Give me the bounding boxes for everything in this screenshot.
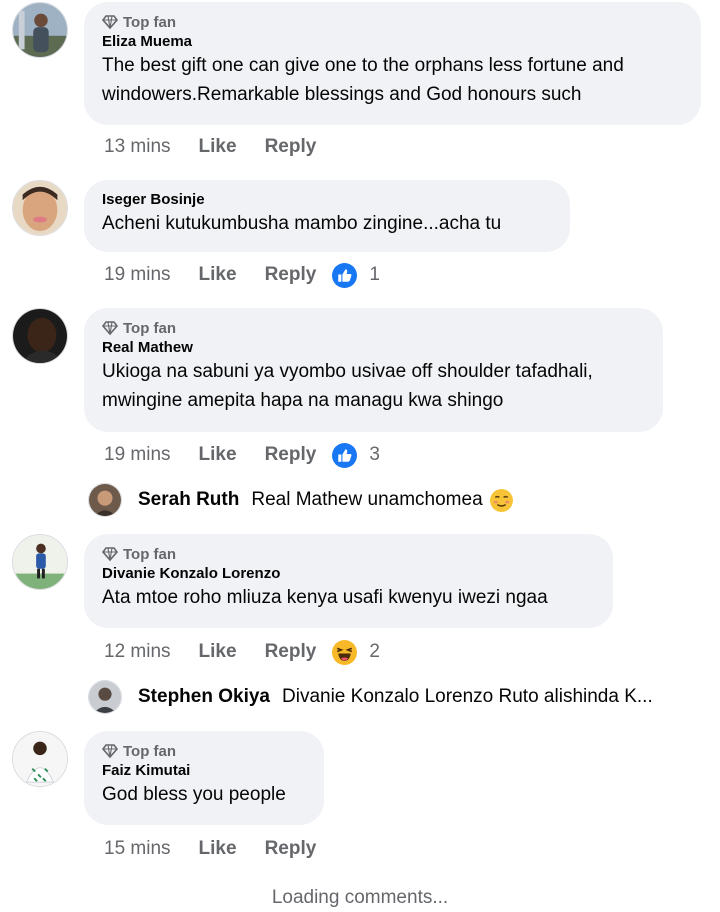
avatar[interactable] <box>12 534 68 590</box>
comment-bubble: Top fan Real Mathew Ukioga na sabuni ya … <box>84 308 663 432</box>
reaction-summary[interactable]: 1 <box>332 262 380 288</box>
comment-time: 19 mins <box>104 444 171 465</box>
loading-comments-text: Loading comments... <box>271 887 449 908</box>
avatar-photo <box>13 535 67 589</box>
like-button[interactable]: Like <box>199 136 237 158</box>
reply-button[interactable]: Reply <box>265 264 317 286</box>
reply-author[interactable]: Stephen Okiya <box>138 686 270 708</box>
avatar-photo <box>13 732 67 786</box>
comment-bubble: Top fan Divanie Konzalo Lorenzo Ata mtoe… <box>84 534 613 628</box>
reaction-summary[interactable]: 3 <box>332 442 380 468</box>
comment-bubble: Top fan Eliza Muema The best gift one ca… <box>84 2 701 125</box>
top-fan-badge: Top fan <box>102 318 645 338</box>
comment-text-line: God bless you people <box>102 784 286 805</box>
blushing-face-emoji <box>489 488 514 513</box>
top-fan-badge: Top fan <box>102 544 595 564</box>
reply-preview[interactable]: Serah Ruth Real Mathew unamchomea <box>88 482 514 518</box>
comment-text-line: Ukioga na sabuni ya vyombo usivae off sh… <box>102 361 593 382</box>
comment-text: God bless you people <box>102 780 306 809</box>
avatar[interactable] <box>12 731 68 787</box>
reply-text: Divanie Konzalo Lorenzo Ruto alishinda K… <box>282 686 653 707</box>
comment-text-line: The best gift one can give one to the or… <box>102 55 624 76</box>
comment-text: The best gift one can give one to the or… <box>102 51 683 109</box>
reply-preview[interactable]: Stephen Okiya Divanie Konzalo Lorenzo Ru… <box>88 679 653 715</box>
avatar-photo <box>89 681 121 713</box>
comment-author[interactable]: Divanie Konzalo Lorenzo <box>102 564 595 583</box>
top-fan-label: Top fan <box>123 742 177 760</box>
comment-author[interactable]: Eliza Muema <box>102 32 683 51</box>
avatar-photo <box>13 309 67 363</box>
like-reaction-icon <box>332 442 358 468</box>
comment-actions: 19 mins Like Reply 1 <box>104 260 380 290</box>
avatar[interactable] <box>12 308 68 364</box>
comment-time: 13 mins <box>104 136 171 157</box>
top-fan-label: Top fan <box>123 13 177 31</box>
comment-actions: 19 mins Like Reply 3 <box>104 440 380 470</box>
comment-time: 15 mins <box>104 838 171 859</box>
reply-button[interactable]: Reply <box>265 444 317 466</box>
diamond-icon <box>102 547 118 562</box>
reaction-count: 1 <box>369 264 380 285</box>
like-button[interactable]: Like <box>199 641 237 663</box>
diamond-icon <box>102 744 118 759</box>
avatar[interactable] <box>12 180 68 236</box>
reaction-count: 2 <box>369 641 380 662</box>
top-fan-badge: Top fan <box>102 741 306 761</box>
avatar-photo <box>13 3 67 57</box>
like-button[interactable]: Like <box>199 444 237 466</box>
comment-actions: 13 mins Like Reply <box>104 132 344 162</box>
comment-text-line: Ata mtoe roho mliuza kenya usafi kwenyu … <box>102 587 548 608</box>
reaction-count: 3 <box>369 444 380 465</box>
comment-time: 12 mins <box>104 641 171 662</box>
top-fan-label: Top fan <box>123 545 177 563</box>
avatar-photo <box>13 181 67 235</box>
avatar[interactable] <box>88 483 122 517</box>
comment-text-line: windowers.Remarkable blessings and God h… <box>102 84 582 105</box>
reply-button[interactable]: Reply <box>265 641 317 663</box>
avatar-photo <box>89 484 121 516</box>
comment-text-line: Acheni kutukumbusha mambo zingine...acha… <box>102 213 502 234</box>
comment-bubble: Iseger Bosinje Acheni kutukumbusha mambo… <box>84 180 570 252</box>
comment-text-line: mwingine amepita hapa na managu kwa shin… <box>102 390 504 411</box>
comment-text: Acheni kutukumbusha mambo zingine...acha… <box>102 209 552 238</box>
comment-bubble: Top fan Faiz Kimutai God bless you peopl… <box>84 731 324 825</box>
reaction-summary[interactable]: 2 <box>332 639 380 665</box>
comment-time: 19 mins <box>104 264 171 285</box>
comment-actions: 15 mins Like Reply <box>104 834 344 864</box>
comment-text: Ata mtoe roho mliuza kenya usafi kwenyu … <box>102 583 595 612</box>
avatar[interactable] <box>88 680 122 714</box>
like-button[interactable]: Like <box>199 838 237 860</box>
comment-author[interactable]: Iseger Bosinje <box>102 190 552 209</box>
top-fan-label: Top fan <box>123 319 177 337</box>
like-button[interactable]: Like <box>199 264 237 286</box>
like-reaction-icon <box>332 262 358 288</box>
haha-reaction-icon <box>332 639 358 665</box>
comment-author[interactable]: Faiz Kimutai <box>102 761 306 780</box>
comment-author[interactable]: Real Mathew <box>102 338 645 357</box>
comment-actions: 12 mins Like Reply 2 <box>104 637 380 667</box>
diamond-icon <box>102 15 118 30</box>
reply-button[interactable]: Reply <box>265 838 317 860</box>
avatar[interactable] <box>12 2 68 58</box>
diamond-icon <box>102 321 118 336</box>
reply-button[interactable]: Reply <box>265 136 317 158</box>
reply-text: Real Mathew unamchomea <box>251 489 483 510</box>
top-fan-badge: Top fan <box>102 12 683 32</box>
reply-author[interactable]: Serah Ruth <box>138 489 239 511</box>
comment-text: Ukioga na sabuni ya vyombo usivae off sh… <box>102 357 645 415</box>
